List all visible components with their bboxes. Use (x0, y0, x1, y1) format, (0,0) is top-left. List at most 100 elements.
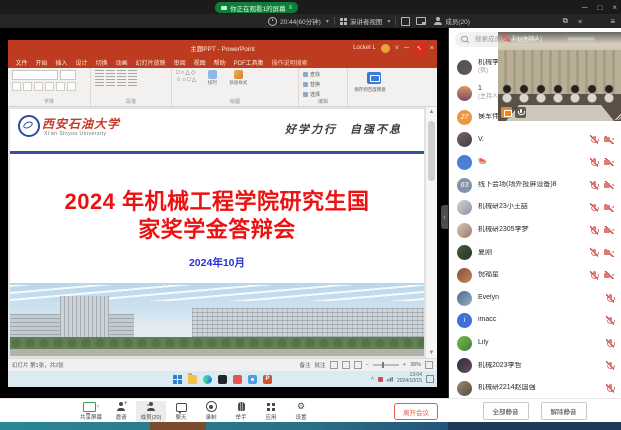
notes-toggle[interactable]: 备注 (300, 361, 311, 369)
members-count-button[interactable]: 成员(20) (434, 16, 470, 26)
share-screen-button[interactable]: ˄ 共享屏幕 (76, 402, 106, 421)
member-row[interactable]: 夏刚 (449, 242, 621, 265)
zoom-level[interactable]: 38% (410, 362, 421, 368)
invite-button[interactable]: + 邀请 (106, 402, 136, 421)
leave-meeting-button[interactable]: 离开会议 (394, 403, 438, 420)
font-controls[interactable] (12, 70, 86, 98)
columns-button[interactable] (128, 79, 137, 86)
raise-hand-button[interactable]: 举手 (226, 402, 256, 421)
slideshow-view-icon[interactable] (354, 361, 362, 369)
tab-file[interactable]: 文件 (12, 58, 31, 67)
edge-browser-icon[interactable] (203, 375, 212, 384)
panel-popout-icon[interactable]: ⧉ (563, 16, 568, 26)
more-menu-icon[interactable]: ≡ (610, 17, 615, 26)
mute-all-button[interactable]: 全部静音 (483, 402, 529, 420)
record-button[interactable]: 录制 (196, 402, 226, 421)
shapes-row[interactable]: ☆○□△ (176, 77, 197, 84)
select-button[interactable]: 选择 (303, 90, 343, 98)
zoom-out-icon[interactable]: − (366, 362, 369, 368)
network-icon[interactable] (387, 377, 393, 382)
scroll-up-icon[interactable]: ▲ (426, 107, 437, 117)
restore-button[interactable]: □ (597, 3, 602, 12)
tell-me-search[interactable]: 操作说明搜索 (268, 58, 311, 67)
tray-expand-icon[interactable]: ˄ (371, 376, 374, 382)
member-row[interactable]: Evelyn (449, 287, 621, 310)
align-right-button[interactable] (117, 79, 126, 86)
resize-handle-icon[interactable] (614, 113, 621, 120)
slide-scrollbar[interactable]: ▲ ▼ (425, 107, 437, 358)
tab-help[interactable]: 帮助 (210, 58, 229, 67)
scrollbar-thumb[interactable] (428, 121, 435, 181)
taskbar-clock[interactable]: 13:04 2024/10/15 (397, 373, 422, 385)
arrange-button[interactable]: 排列 (201, 70, 223, 98)
slide[interactable]: 西安石油大学 Xi'an Shiyou University 好学力行 自强不息… (10, 109, 424, 356)
zoom-in-icon[interactable]: + (403, 362, 406, 368)
member-row[interactable]: V. (449, 129, 621, 152)
font-name-box[interactable] (12, 70, 58, 80)
file-explorer-icon[interactable] (188, 375, 197, 384)
taskbar-app-icon-dark[interactable] (218, 375, 227, 384)
member-row[interactable]: 🍉 (449, 151, 621, 174)
tab-design[interactable]: 设计 (72, 58, 91, 67)
member-row[interactable]: 倪福星 (449, 264, 621, 287)
members-button[interactable]: 成员(20) (136, 401, 166, 422)
baidu-save-button[interactable]: 保存到百度网盘 (352, 70, 396, 106)
font-size-box[interactable] (60, 70, 76, 80)
panel-collapse-handle[interactable]: ‹ (441, 205, 448, 229)
panel-close-icon[interactable]: × (578, 17, 582, 26)
paragraph-controls[interactable] (95, 70, 167, 98)
scroll-down-icon[interactable]: ▼ (426, 348, 437, 358)
shapes-row[interactable]: □○△◇ (176, 70, 197, 77)
align-center-button[interactable] (106, 79, 115, 86)
shapes-gallery[interactable]: □○△◇ ☆○□△ (176, 70, 197, 98)
align-left-button[interactable] (95, 79, 104, 86)
shadow-button[interactable] (45, 82, 54, 91)
meeting-timer-dropdown[interactable]: 20:44(60分钟) (268, 16, 329, 26)
zoom-slider[interactable] (373, 364, 399, 366)
ribbon-options-icon[interactable]: ˅ (395, 45, 399, 52)
member-row[interactable]: i imacc (449, 309, 621, 332)
speaker-video-tile[interactable]: 1(主持人) (498, 32, 621, 121)
screen-share-banner[interactable]: 你正在观看1的屏幕 ≡ (215, 2, 298, 13)
settings-button[interactable]: ⚙ 设置 (286, 402, 316, 421)
indent-button[interactable] (117, 70, 126, 77)
start-icon[interactable] (173, 375, 182, 384)
font-color-button[interactable] (56, 82, 65, 91)
powerpoint-taskbar-icon[interactable]: P (263, 375, 272, 384)
close-button[interactable]: × (612, 3, 617, 12)
ppt-close-button[interactable]: × (430, 45, 434, 52)
tab-pdf-tools[interactable]: PDF工具集 (230, 58, 267, 67)
account-name[interactable]: Locket L (353, 45, 376, 51)
tab-animations[interactable]: 动画 (112, 58, 131, 67)
member-row[interactable]: 机械研2214赵国强 (449, 377, 621, 400)
quick-styles-button[interactable]: 快速样式 (227, 70, 249, 98)
taskbar-app-icon-chat[interactable] (248, 375, 257, 384)
member-row[interactable]: Lily (449, 332, 621, 355)
ppt-minimize-button[interactable]: ─ (404, 45, 409, 52)
replace-button[interactable]: 替换 (303, 80, 343, 88)
italic-button[interactable] (23, 82, 32, 91)
highlight-button[interactable] (67, 82, 76, 91)
tab-insert[interactable]: 插入 (52, 58, 71, 67)
fullscreen-icon[interactable] (401, 17, 410, 26)
notifications-icon[interactable] (426, 375, 434, 383)
find-button[interactable]: 查找 (303, 70, 343, 78)
underline-button[interactable] (34, 82, 43, 91)
normal-view-icon[interactable] (330, 361, 338, 369)
taskbar-app-icon-red[interactable] (233, 375, 242, 384)
tab-transitions[interactable]: 切换 (92, 58, 111, 67)
chevron-up-icon[interactable]: ˄ (97, 404, 100, 410)
bold-button[interactable] (12, 82, 21, 91)
minimize-button[interactable]: ─ (582, 3, 588, 12)
member-row[interactable]: 机械研23小王喆 (449, 196, 621, 219)
tab-view[interactable]: 视图 (190, 58, 209, 67)
tab-slideshow[interactable]: 幻灯片放映 (132, 58, 169, 67)
unmute-button[interactable]: 解除静音 (541, 402, 587, 420)
bullets-button[interactable] (95, 70, 104, 77)
comments-toggle[interactable]: 批注 (315, 361, 326, 369)
view-mode-dropdown[interactable]: 演讲者视图 (340, 16, 391, 26)
tab-review[interactable]: 审阅 (170, 58, 189, 67)
tab-home[interactable]: 开始 (32, 58, 51, 67)
member-row[interactable]: 机械2023李哲 (449, 355, 621, 378)
numbering-button[interactable] (106, 70, 115, 77)
